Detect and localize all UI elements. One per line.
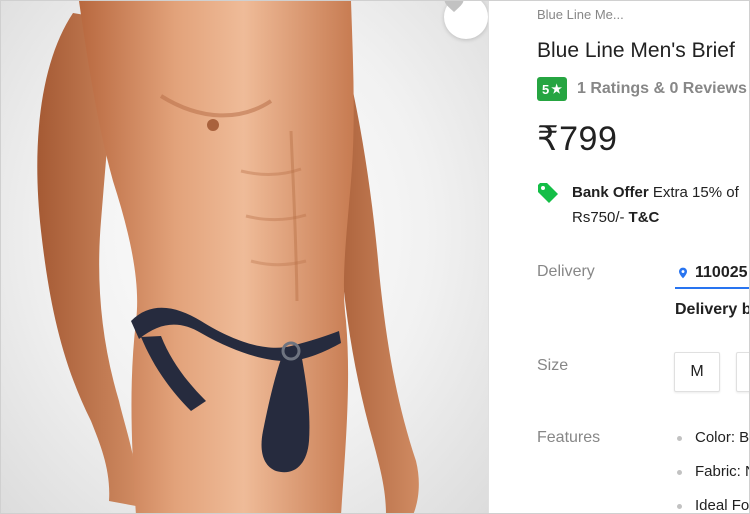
offer-min-amount: Rs750/- bbox=[572, 209, 625, 226]
features-label: Features bbox=[537, 429, 601, 446]
feature-item-color: Color: Blue bbox=[675, 429, 749, 463]
breadcrumb[interactable]: Blue Line Me... bbox=[537, 7, 624, 22]
size-label: Size bbox=[537, 357, 569, 374]
feature-item-fabric: Fabric: Nylon bbox=[675, 463, 749, 497]
rating-row: 5 ★ 1 Ratings & 0 Reviews bbox=[537, 77, 747, 101]
star-icon: ★ bbox=[551, 82, 562, 96]
offer-title: Bank Offer bbox=[572, 184, 649, 201]
tnc-link[interactable]: T&C bbox=[629, 209, 660, 226]
product-title: Blue Line Men's Brief bbox=[537, 39, 735, 62]
product-price: ₹799 bbox=[537, 120, 618, 158]
pincode-input[interactable] bbox=[695, 264, 749, 282]
product-image[interactable] bbox=[1, 1, 488, 513]
pincode-field[interactable] bbox=[675, 259, 749, 289]
location-pin-icon bbox=[679, 267, 687, 279]
product-page: Blue Line Me... Blue Line Men's Brief 5 … bbox=[0, 0, 750, 514]
heart-icon bbox=[444, 1, 464, 12]
feature-item-ideal-for: Ideal For: Men bbox=[675, 497, 749, 513]
ratings-reviews-link[interactable]: 1 Ratings & 0 Reviews bbox=[577, 80, 747, 98]
delivery-estimate: Delivery by bbox=[675, 301, 749, 318]
tag-icon bbox=[538, 183, 558, 203]
delivery-label: Delivery bbox=[537, 263, 595, 280]
features-list: Color: Blue Fabric: Nylon Ideal For: Men bbox=[675, 429, 749, 513]
panel-divider bbox=[488, 1, 489, 513]
product-details: Blue Line Me... Blue Line Men's Brief 5 … bbox=[537, 1, 749, 513]
size-option-m[interactable]: M bbox=[674, 352, 720, 392]
offer-text-line1: Bank Offer Extra 15% of bbox=[572, 180, 739, 205]
size-option-next[interactable] bbox=[736, 352, 749, 392]
offer-description: Extra 15% of bbox=[648, 184, 739, 201]
rating-badge: 5 ★ bbox=[537, 77, 567, 101]
rating-value: 5 bbox=[542, 81, 550, 97]
product-photo-illustration bbox=[37, 1, 419, 513]
offer-text-line2: Rs750/- T&C bbox=[572, 205, 659, 230]
